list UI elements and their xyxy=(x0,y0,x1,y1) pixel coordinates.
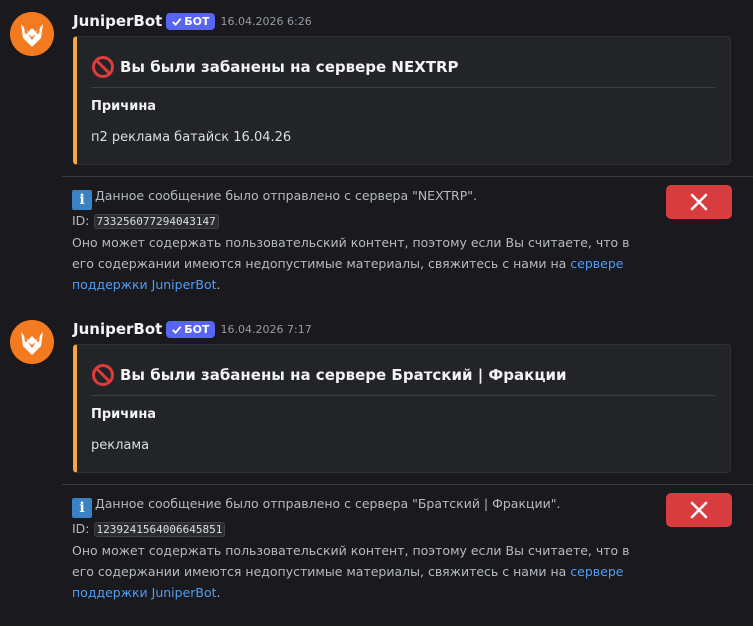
notice-end: . xyxy=(216,277,221,292)
embed-separator xyxy=(91,87,715,88)
notice-id-label: ID: xyxy=(72,213,90,228)
fox-avatar-icon xyxy=(10,320,54,364)
divider xyxy=(62,484,753,485)
author-name[interactable]: JuniperBot xyxy=(73,320,162,338)
timestamp: 16.04.2026 7:17 xyxy=(220,322,312,336)
message: JuniperBot БОТ 16.04.2026 7:17 Вы были з… xyxy=(0,310,753,626)
bot-badge-label: БОТ xyxy=(184,14,210,28)
message: JuniperBot БОТ 16.04.2026 6:26 Вы были з… xyxy=(0,0,753,310)
embed-title: Вы были забанены на сервере Братский | Ф… xyxy=(91,363,566,387)
author-name[interactable]: JuniperBot xyxy=(73,12,162,30)
divider xyxy=(62,176,753,177)
notice-id-label: ID: xyxy=(72,521,90,536)
dismiss-button[interactable] xyxy=(666,493,732,527)
close-icon xyxy=(690,193,708,211)
notice: i Данное сообщение было отправлено с серв… xyxy=(72,493,652,603)
no-entry-icon xyxy=(92,364,114,386)
notice: i Данное сообщение было отправлено с серв… xyxy=(72,185,652,295)
avatar[interactable] xyxy=(10,320,54,364)
notice-id-value: 733256077294043147 xyxy=(93,214,219,229)
field-value: реклама xyxy=(91,438,150,453)
embed: Вы были забанены на сервере Братский | Ф… xyxy=(73,344,731,473)
bot-badge: БОТ xyxy=(166,320,215,338)
info-icon: i xyxy=(72,190,92,210)
bot-badge-label: БОТ xyxy=(184,322,210,336)
checkmark-icon xyxy=(172,17,182,26)
embed: Вы были забанены на сервере NEXTRP Причи… xyxy=(73,36,731,165)
fox-avatar-icon xyxy=(10,12,54,56)
info-icon: i xyxy=(72,498,92,518)
notice-end: . xyxy=(216,585,221,600)
notice-body: Оно может содержать пользовательский кон… xyxy=(72,235,630,271)
field-name: Причина xyxy=(91,99,157,114)
notice-sent-from: Данное сообщение было отправлено с серве… xyxy=(95,188,478,203)
embed-title: Вы были забанены на сервере NEXTRP xyxy=(91,55,459,79)
field-value: п2 реклама батайск 16.04.26 xyxy=(91,130,292,145)
checkmark-icon xyxy=(172,325,182,334)
field-name: Причина xyxy=(91,407,157,422)
bot-badge: БОТ xyxy=(166,12,215,30)
dismiss-button[interactable] xyxy=(666,185,732,219)
embed-separator xyxy=(91,395,715,396)
notice-id-value: 1239241564006645851 xyxy=(93,522,226,537)
embed-title-text: Вы были забанены на сервере Братский | Ф… xyxy=(120,366,567,384)
notice-body: Оно может содержать пользовательский кон… xyxy=(72,543,630,579)
close-icon xyxy=(690,501,708,519)
notice-sent-from: Данное сообщение было отправлено с серве… xyxy=(95,496,561,511)
embed-title-text: Вы были забанены на сервере NEXTRP xyxy=(120,58,459,76)
no-entry-icon xyxy=(92,56,114,78)
avatar[interactable] xyxy=(10,12,54,56)
timestamp: 16.04.2026 6:26 xyxy=(220,14,312,28)
